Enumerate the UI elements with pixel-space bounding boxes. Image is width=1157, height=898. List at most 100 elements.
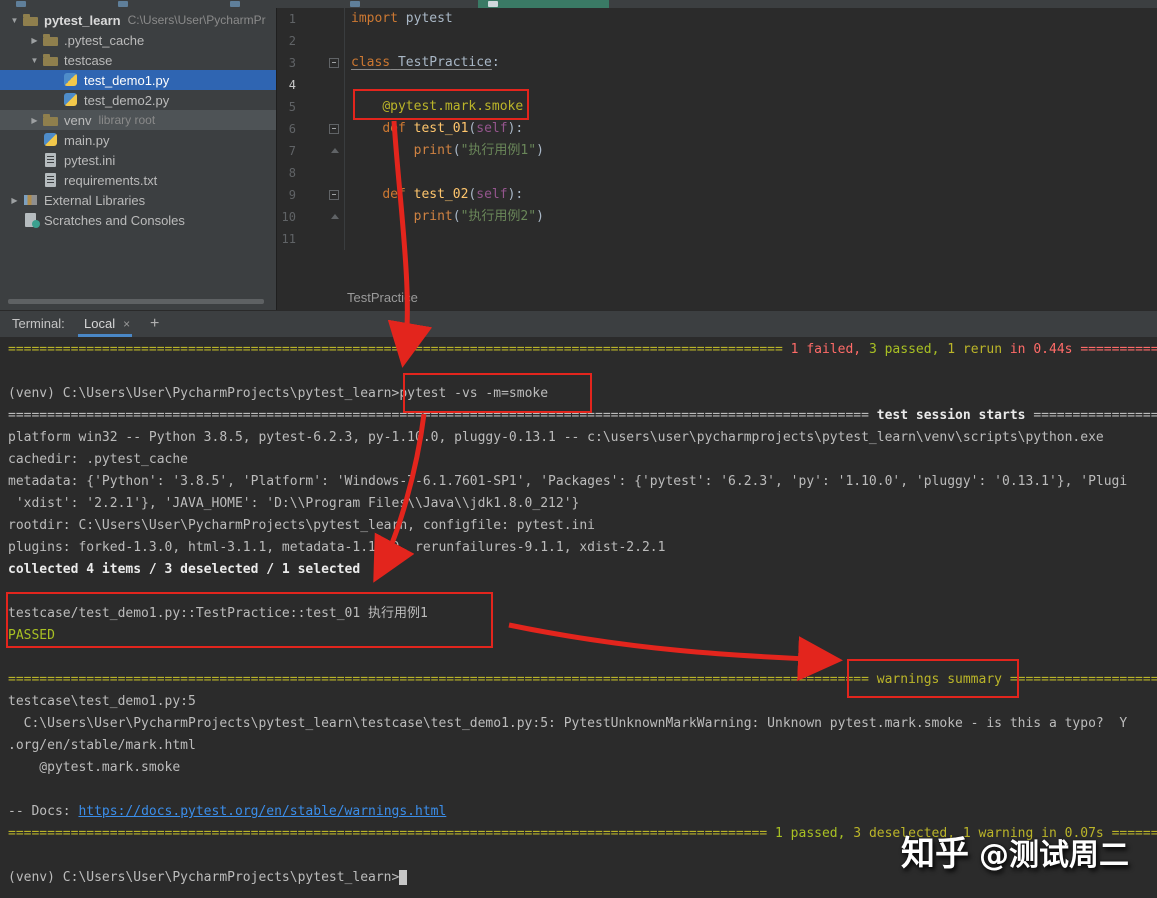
tree-item-external_libraries[interactable]: ▶ External Libraries [0, 190, 276, 210]
terminal-line-19: .org/en/stable/mark.html [8, 738, 196, 753]
ini-icon [43, 152, 59, 168]
terminal[interactable]: ========================================… [0, 337, 1157, 898]
tree-item-venv[interactable]: ▶ venv library root [0, 110, 276, 130]
tree-item-label: requirements.txt [64, 172, 158, 188]
terminal-line-22: -- Docs: https://docs.pytest.org/en/stab… [8, 804, 447, 819]
tree-item-pytest_cache[interactable]: ▶ .pytest_cache [0, 30, 276, 50]
code-text: @pytest.mark.smoke [382, 99, 524, 114]
libs-icon [23, 192, 39, 208]
watermark-handle: @测试周二 [979, 838, 1129, 873]
terminal-line-9: rootdir: C:\Users\User\PycharmProjects\p… [8, 518, 595, 533]
chevron-down-icon[interactable]: ▼ [6, 16, 23, 25]
line-number: 3 [288, 56, 296, 70]
tree-item-pytest_ini[interactable]: pytest.ini [0, 150, 276, 170]
code-text: print("执行用例2") [413, 209, 544, 224]
fold-marker-icon[interactable] [329, 58, 339, 68]
line-number: 11 [281, 232, 296, 246]
editor-gutter[interactable]: 11 [277, 228, 345, 250]
editor-gutter[interactable]: 1 [277, 8, 345, 30]
editor-gutter[interactable]: 2 [277, 30, 345, 52]
folder-icon [43, 32, 59, 48]
code-editor[interactable]: 1 import pytest 2 3 class TestPractice: 4 5 @p… [277, 8, 1157, 286]
editor-tab[interactable] [16, 1, 26, 7]
editor-line-7: 7 print("执行用例1") [277, 140, 1157, 162]
editor-gutter[interactable]: 8 [277, 162, 345, 184]
scratch-icon [23, 212, 40, 228]
terminal-line-13: testcase/test_demo1.py::TestPractice::te… [8, 606, 428, 621]
line-number: 2 [288, 34, 296, 48]
editor-line-9: 9 def test_02(self): [277, 184, 1157, 206]
chevron-down-icon[interactable]: ▼ [26, 56, 43, 65]
editor-tab[interactable] [230, 1, 240, 7]
editor-gutter[interactable]: 9 [277, 184, 345, 206]
editor-line-5: 5 @pytest.mark.smoke [277, 96, 1157, 118]
fold-marker-icon[interactable] [331, 148, 339, 153]
chevron-right-icon[interactable]: ▶ [6, 196, 23, 205]
close-icon[interactable]: × [123, 317, 130, 331]
editor-gutter[interactable]: 5 [277, 96, 345, 118]
tree-item-test_demo1[interactable]: test_demo1.py [0, 70, 276, 90]
editor-gutter[interactable]: 3 [277, 52, 345, 74]
file-icon [488, 1, 498, 7]
editor-tab[interactable] [350, 1, 360, 7]
watermark-brand: 知乎 [901, 834, 969, 874]
project-tree: ▼ pytest_learn C:\Users\User\PycharmPr ▶ .py… [0, 8, 276, 230]
line-number: 7 [288, 144, 296, 158]
fold-marker-icon[interactable] [329, 124, 339, 134]
terminal-line-20: @pytest.mark.smoke [8, 760, 181, 775]
terminal-panel-label: Terminal: [12, 316, 65, 331]
breadcrumb: TestPractice [277, 286, 1157, 310]
editor-gutter[interactable]: 7 [277, 140, 345, 162]
terminal-toolbar: Terminal: Local × + [0, 310, 1157, 337]
terminal-line-4: ========================================… [8, 408, 1157, 423]
docs-link[interactable]: https://docs.pytest.org/en/stable/warnin… [78, 804, 446, 819]
tree-item-requirements_txt[interactable]: requirements.txt [0, 170, 276, 190]
active-editor-tab[interactable] [478, 0, 609, 8]
tree-item-label: main.py [64, 132, 110, 148]
tree-item-pytest_learn[interactable]: ▼ pytest_learn C:\Users\User\PycharmPr [0, 10, 276, 30]
chevron-right-icon[interactable]: ▶ [26, 116, 43, 125]
tree-item-label: testcase [64, 52, 113, 68]
terminal-line-14: PASSED [8, 628, 55, 643]
editor-gutter[interactable]: 4 [277, 74, 345, 96]
terminal-line-16: ========================================… [8, 672, 1157, 687]
horizontal-scrollbar-thumb[interactable] [8, 299, 264, 304]
editor-line-1: 1 import pytest [277, 8, 1157, 30]
code-text: def test_02(self): [382, 187, 524, 202]
fold-marker-icon[interactable] [329, 190, 339, 200]
chevron-right-icon[interactable]: ▶ [26, 36, 43, 45]
tree-item-testcase[interactable]: ▼ testcase [0, 50, 276, 70]
tree-item-scratches[interactable]: Scratches and Consoles [0, 210, 276, 230]
breadcrumb-item[interactable]: TestPractice [347, 290, 418, 305]
terminal-line-10: plugins: forked-1.3.0, html-3.1.1, metad… [8, 540, 666, 555]
project-panel[interactable]: ▼ pytest_learn C:\Users\User\PycharmPr ▶ .py… [0, 8, 277, 310]
tree-item-main_py[interactable]: main.py [0, 130, 276, 150]
tree-item-label: Scratches and Consoles [44, 212, 185, 228]
add-tab-button[interactable]: + [150, 311, 159, 336]
line-number: 4 [288, 78, 296, 92]
editor-gutter[interactable]: 6 [277, 118, 345, 140]
line-number: 1 [288, 12, 296, 26]
editor-lines: 1 import pytest 2 3 class TestPractice: 4 5 @p… [277, 8, 1157, 250]
tree-item-test_demo2[interactable]: test_demo2.py [0, 90, 276, 110]
terminal-line-15 [8, 647, 1157, 669]
fold-marker-icon[interactable] [331, 214, 339, 219]
code-text: import pytest [351, 11, 453, 26]
line-number: 9 [288, 188, 296, 202]
code-text: def test_01(self): [382, 121, 524, 136]
editor-tab[interactable] [118, 1, 128, 7]
terminal-line-3: (venv) C:\Users\User\PycharmProjects\pyt… [8, 386, 549, 401]
python-icon [63, 72, 79, 88]
tree-item-hint: C:\Users\User\PycharmPr [127, 13, 266, 27]
python-icon [43, 132, 59, 148]
editor-gutter[interactable]: 10 [277, 206, 345, 228]
terminal-line-11: collected 4 items / 3 deselected / 1 sel… [8, 562, 361, 577]
terminal-line-8: 'xdist': '2.2.1'}, 'JAVA_HOME': 'D:\\Pro… [8, 496, 580, 511]
editor-line-8: 8 [277, 162, 1157, 184]
tree-item-label: venv [64, 112, 92, 128]
line-number: 8 [288, 166, 296, 180]
terminal-tab-label: Local [84, 316, 116, 331]
txt-icon [43, 172, 59, 188]
